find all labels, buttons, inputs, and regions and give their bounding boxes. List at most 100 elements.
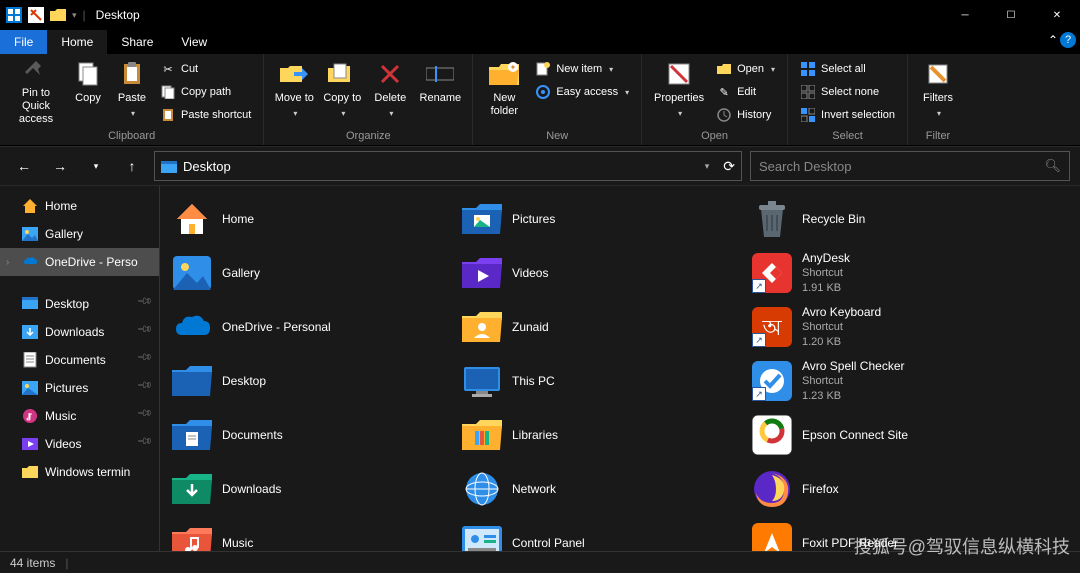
item-count: 44 items xyxy=(10,556,55,570)
file-item[interactable]: Videos xyxy=(458,248,748,298)
qat-properties-icon[interactable] xyxy=(28,7,44,23)
file-item[interactable]: Foxit PDF Reader xyxy=(748,518,1038,551)
rename-button[interactable]: Rename xyxy=(416,56,464,126)
sidebar-item-documents[interactable]: Documents📌︎ xyxy=(0,346,159,374)
item-name-label: Foxit PDF Reader xyxy=(802,536,898,551)
address-dropdown-icon[interactable]: ▾ xyxy=(705,161,710,172)
tab-view[interactable]: View xyxy=(167,30,221,54)
home-icon xyxy=(22,198,38,214)
paste-shortcut-button[interactable]: Paste shortcut xyxy=(156,104,255,126)
ribbon-collapse-icon[interactable]: ⌃ xyxy=(1048,33,1058,47)
file-item[interactable]: Firefox xyxy=(748,464,1038,514)
file-item[interactable]: Gallery xyxy=(168,248,458,298)
ribbon-tabs: File Home Share View ⌃ ? xyxy=(0,30,1080,54)
qat-dropdown-icon[interactable]: ▾ xyxy=(72,10,77,21)
item-icon: ↗ xyxy=(752,253,792,293)
copy-button[interactable]: Copy xyxy=(68,56,108,126)
ribbon-group-label: Organize xyxy=(272,128,464,145)
app-icon xyxy=(6,7,22,23)
sidebar-item-onedrive[interactable]: ›OneDrive - Perso xyxy=(0,248,159,276)
file-item[interactable]: Recycle Bin xyxy=(748,194,1038,244)
minimize-button[interactable]: ─ xyxy=(942,0,988,30)
file-item[interactable]: Documents xyxy=(168,410,458,460)
file-item[interactable]: Home xyxy=(168,194,458,244)
sidebar-item-windows-terminal[interactable]: Windows termin xyxy=(0,458,159,486)
file-item[interactable]: ↗ Avro Spell Checker Shortcut 1.23 KB xyxy=(748,356,1038,406)
copy-path-button[interactable]: Copy path xyxy=(156,81,255,103)
recent-locations-button[interactable]: ▾ xyxy=(82,152,110,180)
ribbon-group-label: Select xyxy=(796,128,899,145)
filters-button[interactable]: Filters▾ xyxy=(916,56,960,126)
history-button[interactable]: History xyxy=(712,104,779,126)
tab-home[interactable]: Home xyxy=(47,30,107,54)
edit-button[interactable]: ✎Edit xyxy=(712,81,779,103)
pin-to-quick-access-button[interactable]: Pin to Quick access xyxy=(8,56,64,126)
new-item-button[interactable]: New item▾ xyxy=(531,58,633,80)
properties-button[interactable]: Properties▾ xyxy=(650,56,708,126)
file-item[interactable]: Desktop xyxy=(168,356,458,406)
sidebar-item-gallery[interactable]: Gallery xyxy=(0,220,159,248)
sidebar-item-desktop[interactable]: Desktop📌︎ xyxy=(0,290,159,318)
sidebar-item-home[interactable]: Home xyxy=(0,192,159,220)
move-to-button[interactable]: Move to▾ xyxy=(272,56,316,126)
sidebar-item-downloads[interactable]: Downloads📌︎ xyxy=(0,318,159,346)
qat-folder-icon[interactable] xyxy=(50,7,66,23)
item-name-label: Downloads xyxy=(222,482,281,497)
item-size-label: 1.23 KB xyxy=(802,389,905,404)
cut-button[interactable]: ✂Cut xyxy=(156,58,255,80)
title-bar: ▾ | Desktop ─ ☐ ✕ xyxy=(0,0,1080,30)
tab-share[interactable]: Share xyxy=(107,30,167,54)
ribbon-group-organize: Move to▾ Copy to▾ Delete▾ Rename Organiz… xyxy=(264,54,473,145)
status-bar: 44 items | xyxy=(0,551,1080,573)
maximize-button[interactable]: ☐ xyxy=(988,0,1034,30)
content-area[interactable]: Home Pictures Recycle Bin Gallery xyxy=(160,186,1080,551)
sidebar-item-music[interactable]: Music📌︎ xyxy=(0,402,159,430)
delete-button[interactable]: Delete▾ xyxy=(368,56,412,126)
file-item[interactable]: Libraries xyxy=(458,410,748,460)
file-item[interactable]: Epson Connect Site xyxy=(748,410,1038,460)
address-bar[interactable]: Desktop ▾ ⟳ xyxy=(154,151,742,181)
file-item[interactable]: ↗ AnyDesk Shortcut 1.91 KB xyxy=(748,248,1038,298)
copy-path-icon xyxy=(160,84,176,100)
file-item[interactable]: Network xyxy=(458,464,748,514)
new-folder-button[interactable]: ✦ New folder xyxy=(481,56,527,126)
back-button[interactable]: ← xyxy=(10,152,38,180)
open-button[interactable]: Open▾ xyxy=(712,58,779,80)
item-name-label: Music xyxy=(222,536,253,551)
pin-icon: 📌︎ xyxy=(136,405,153,422)
paste-button[interactable]: Paste▾ xyxy=(112,56,152,126)
file-item[interactable]: Pictures xyxy=(458,194,748,244)
file-item[interactable]: Zunaid xyxy=(458,302,748,352)
file-item[interactable]: OneDrive - Personal xyxy=(168,302,458,352)
tab-file[interactable]: File xyxy=(0,30,47,54)
file-item[interactable]: This PC xyxy=(458,356,748,406)
invert-selection-button[interactable]: Invert selection xyxy=(796,104,899,126)
delete-icon xyxy=(374,58,406,90)
gallery-icon xyxy=(22,226,38,242)
refresh-button[interactable]: ⟳ xyxy=(723,158,735,175)
search-box[interactable]: Search Desktop 🔍︎ xyxy=(750,151,1070,181)
copy-to-button[interactable]: Copy to▾ xyxy=(320,56,364,126)
copy-icon xyxy=(72,58,104,90)
address-text: Desktop xyxy=(183,159,699,174)
pin-icon: 📌︎ xyxy=(136,293,153,310)
help-icon[interactable]: ? xyxy=(1060,32,1076,48)
item-name-label: Recycle Bin xyxy=(802,212,865,227)
file-item[interactable]: অ↗ Avro Keyboard Shortcut 1.20 KB xyxy=(748,302,1038,352)
item-name-label: Epson Connect Site xyxy=(802,428,908,443)
file-item[interactable]: Music xyxy=(168,518,458,551)
ribbon: Pin to Quick access Copy Paste▾ ✂Cut Cop… xyxy=(0,54,1080,146)
easy-access-button[interactable]: Easy access▾ xyxy=(531,81,633,103)
select-all-button[interactable]: Select all xyxy=(796,58,899,80)
file-item[interactable]: Control Panel xyxy=(458,518,748,551)
file-item[interactable]: Downloads xyxy=(168,464,458,514)
pin-icon xyxy=(20,58,52,85)
history-icon xyxy=(716,107,732,123)
sidebar-item-pictures[interactable]: Pictures📌︎ xyxy=(0,374,159,402)
close-button[interactable]: ✕ xyxy=(1034,0,1080,30)
sidebar-item-videos[interactable]: Videos📌︎ xyxy=(0,430,159,458)
forward-button[interactable]: → xyxy=(46,152,74,180)
select-none-button[interactable]: Select none xyxy=(796,81,899,103)
properties-icon xyxy=(663,58,695,90)
up-button[interactable]: ↑ xyxy=(118,152,146,180)
